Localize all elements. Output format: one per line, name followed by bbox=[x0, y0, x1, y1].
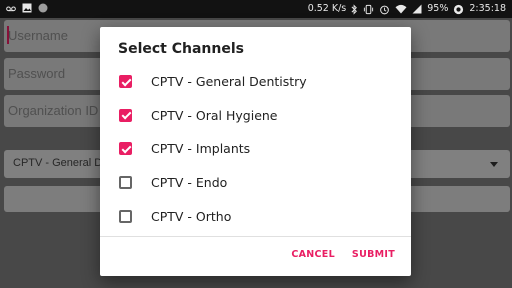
checkbox[interactable] bbox=[119, 209, 132, 223]
cell-signal-icon bbox=[412, 4, 422, 14]
channel-item-endo[interactable]: CPTV - Endo bbox=[100, 166, 411, 200]
battery-percentage: 95% bbox=[427, 3, 449, 14]
network-speed: 0.52 K/s bbox=[307, 3, 347, 14]
cancel-button[interactable]: CANCEL bbox=[291, 249, 335, 260]
checkbox[interactable] bbox=[119, 142, 132, 156]
vibrate-icon bbox=[364, 4, 374, 14]
channel-label: CPTV - Endo bbox=[151, 175, 228, 191]
status-bar-system: 0.52 K/s 95% 2:35:18 bbox=[308, 2, 506, 16]
dialog-actions: CANCEL SUBMIT bbox=[291, 249, 395, 260]
clock-time: 2:35:18 bbox=[469, 3, 506, 14]
image-icon bbox=[22, 3, 32, 13]
channel-label: CPTV - Implants bbox=[151, 141, 251, 157]
status-bar: 0.52 K/s 95% 2:35:18 bbox=[0, 0, 512, 18]
checkbox[interactable] bbox=[119, 75, 132, 89]
submit-button[interactable]: SUBMIT bbox=[352, 249, 395, 260]
bluetooth-icon bbox=[351, 3, 358, 15]
dialog-divider bbox=[100, 236, 411, 237]
alarm-icon bbox=[380, 5, 390, 14]
channel-item-general-dentistry[interactable]: CPTV - General Dentistry bbox=[100, 65, 411, 99]
dialog-title: Select Channels bbox=[118, 41, 244, 57]
circle-icon bbox=[38, 3, 48, 13]
select-channels-dialog: Select Channels CPTV - General Dentistry… bbox=[100, 27, 411, 276]
checkbox[interactable] bbox=[119, 176, 132, 190]
channel-item-oral-hygiene[interactable]: CPTV - Oral Hygiene bbox=[100, 99, 411, 133]
channel-label: CPTV - Ortho bbox=[151, 208, 232, 224]
channel-label: CPTV - General Dentistry bbox=[151, 74, 307, 90]
status-bar-notifications bbox=[6, 3, 48, 13]
battery-saver-icon bbox=[454, 4, 464, 14]
channel-item-ortho[interactable]: CPTV - Ortho bbox=[100, 199, 411, 233]
channel-list: CPTV - General Dentistry CPTV - Oral Hyg… bbox=[100, 65, 411, 233]
checkbox[interactable] bbox=[119, 108, 132, 122]
voicemail-icon bbox=[6, 6, 16, 12]
channel-item-implants[interactable]: CPTV - Implants bbox=[100, 132, 411, 166]
wifi-icon bbox=[395, 4, 407, 14]
channel-label: CPTV - Oral Hygiene bbox=[151, 107, 278, 123]
